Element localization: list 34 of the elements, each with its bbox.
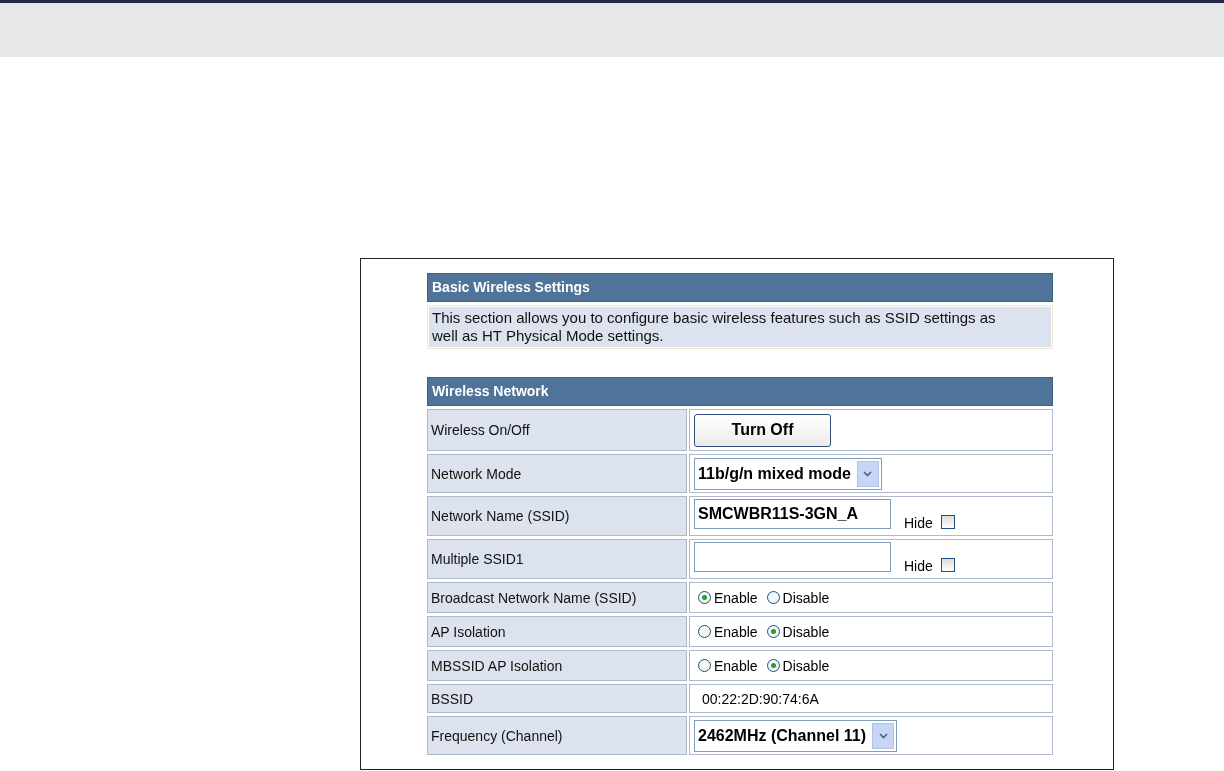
dropdown[interactable]: 11b/g/n mixed mode bbox=[694, 457, 882, 490]
field-label: Network Mode bbox=[427, 454, 687, 493]
radio-button[interactable] bbox=[766, 659, 780, 672]
radio-button[interactable] bbox=[698, 659, 711, 672]
section-title: Wireless Network bbox=[427, 377, 1053, 406]
radio-label: Enable bbox=[714, 657, 758, 674]
field-label: Broadcast Network Name (SSID) bbox=[427, 582, 687, 613]
radio-label: Enable bbox=[714, 623, 758, 640]
bssid-value: 00:22:2D:90:74:6A bbox=[702, 690, 819, 707]
description-text: This section allows you to configure basic wireless features such as SSID settings as well as HT Physical Mode settings. bbox=[429, 307, 1051, 347]
field-label: Multiple SSID1 bbox=[427, 539, 687, 579]
turn-off-button[interactable]: Turn Off bbox=[694, 413, 831, 447]
hide-label: Hide bbox=[904, 515, 933, 531]
input-field[interactable] bbox=[694, 542, 891, 572]
hide-checkbox[interactable] bbox=[940, 515, 955, 529]
radio-label: Disable bbox=[782, 589, 830, 606]
hide-checkbox[interactable] bbox=[940, 558, 955, 572]
field-label: MBSSID AP Isolation bbox=[427, 650, 687, 681]
dropdown[interactable]: 2462MHz (Channel 11) bbox=[694, 719, 898, 752]
section-title: Basic Wireless Settings bbox=[427, 273, 1053, 302]
field-label: Frequency (Channel) bbox=[427, 716, 687, 755]
radio-label: Disable bbox=[782, 657, 830, 674]
radio-button[interactable] bbox=[766, 591, 780, 604]
input-field[interactable]: SMCWBR11S-3GN_A bbox=[694, 499, 891, 529]
field-label: Wireless On/Off bbox=[427, 409, 687, 451]
radio-button[interactable] bbox=[766, 625, 780, 638]
field-label: BSSID bbox=[427, 684, 687, 713]
field-label: Network Name (SSID) bbox=[427, 496, 687, 536]
radio-label: Enable bbox=[714, 589, 758, 606]
hide-label: Hide bbox=[904, 558, 933, 574]
radio-button[interactable] bbox=[698, 591, 711, 604]
radio-label: Disable bbox=[782, 623, 830, 640]
field-label: AP Isolation bbox=[427, 616, 687, 647]
radio-button[interactable] bbox=[698, 625, 711, 638]
